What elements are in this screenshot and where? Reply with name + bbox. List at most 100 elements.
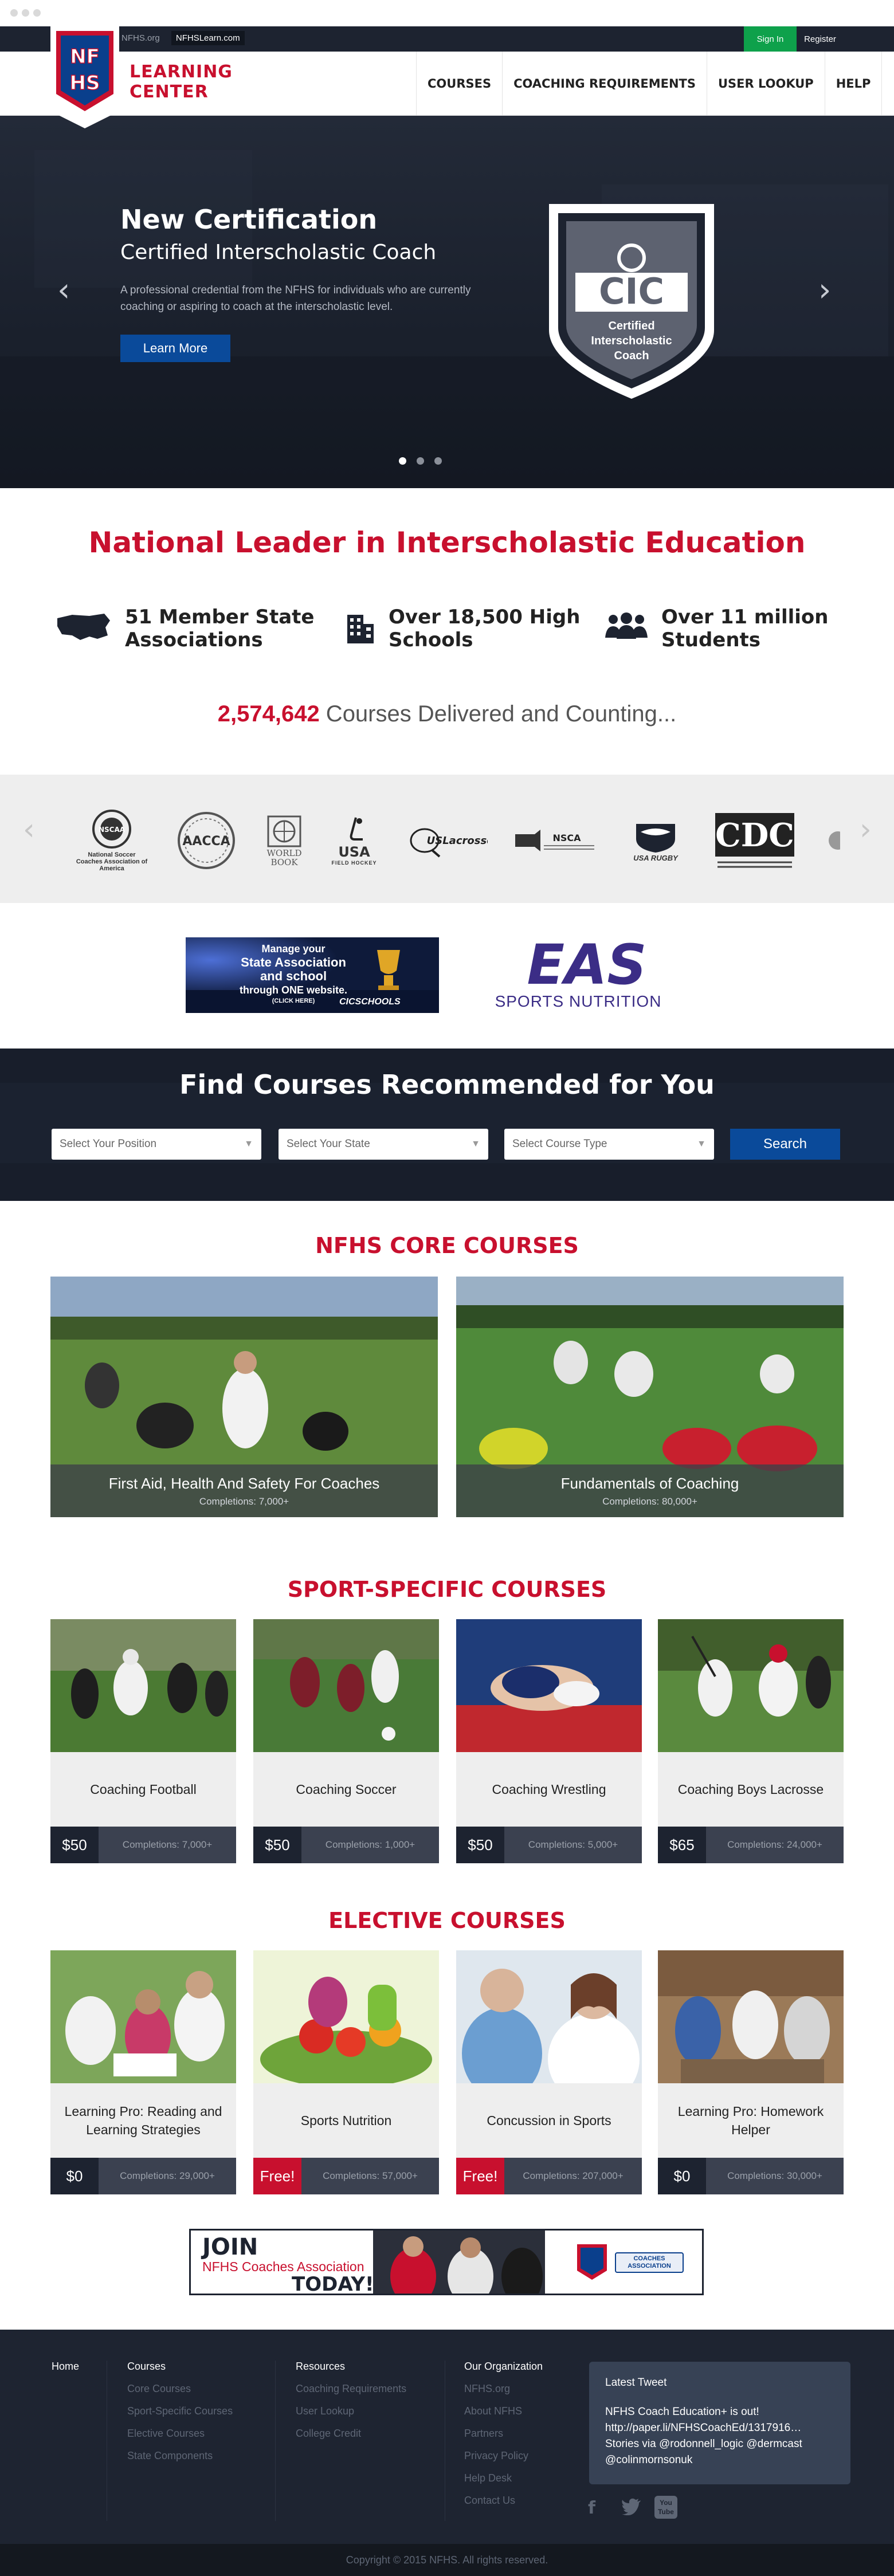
window-dot-minimize[interactable] (22, 9, 29, 17)
course-title: Coaching Boys Lacrosse (677, 1782, 824, 1797)
footer-link-partners[interactable]: Partners (464, 2428, 543, 2440)
partner-logo-nsca[interactable]: NSCA (509, 809, 601, 872)
partners-next-arrow-icon[interactable]: › (860, 812, 872, 847)
carousel-prev-arrow-icon[interactable]: ‹ (57, 272, 70, 309)
core-course-card[interactable]: Fundamentals of Coaching Completions: 80… (456, 1277, 844, 1517)
nfhs-logo[interactable]: NF HS (50, 25, 119, 128)
sport-course-card[interactable]: Coaching Soccer $50 Completions: 1,000+ (253, 1619, 439, 1863)
course-title: Coaching Football (90, 1782, 197, 1797)
partner-world-book-name: WORLD BOOK (266, 848, 302, 867)
sport-course-card[interactable]: Coaching Football $50 Completions: 7,000+ (50, 1619, 236, 1863)
footer-link-privacy[interactable]: Privacy Policy (464, 2450, 543, 2462)
footer-link-core-courses[interactable]: Core Courses (127, 2383, 233, 2395)
course-type-select-placeholder: Select Course Type (512, 1138, 607, 1150)
join-coaches-association-banner[interactable]: JOIN NFHS Coaches Association TODAY! COA… (189, 2229, 704, 2296)
leader-section: National Leader in Interscholastic Educa… (0, 488, 894, 775)
copyright: Copyright © 2015 NFHS. All rights reserv… (0, 2544, 894, 2576)
search-button[interactable]: Search (730, 1129, 840, 1160)
sport-course-card[interactable]: Coaching Wrestling $50 Completions: 5,000… (456, 1619, 642, 1863)
nav-help[interactable]: HELP (825, 52, 883, 116)
nav-user-lookup[interactable]: USER LOOKUP (707, 52, 825, 116)
footer-link-college-credit[interactable]: College Credit (296, 2428, 406, 2440)
footer-link-sport-specific[interactable]: Sport-Specific Courses (127, 2405, 233, 2417)
twitter-icon[interactable] (621, 2498, 642, 2520)
elective-course-card[interactable]: Concussion in Sports Free! Completions: 2… (456, 1950, 642, 2194)
chevron-down-icon: ▼ (697, 1139, 706, 1149)
carousel-dot-1[interactable] (399, 457, 406, 465)
footer-home-link[interactable]: Home (52, 2361, 79, 2373)
partner-logo-us-lacrosse[interactable]: USLacrosse (405, 809, 491, 872)
nav-coaching-requirements[interactable]: COACHING REQUIREMENTS (503, 52, 707, 116)
core-course-caption: Fundamentals of Coaching Completions: 80… (456, 1464, 844, 1517)
core-course-completions: Completions: 80,000+ (602, 1496, 697, 1507)
latest-tweet-body[interactable]: NFHS Coach Education+ is out! http://pap… (605, 2404, 834, 2468)
register-button[interactable]: Register (797, 26, 844, 52)
course-photo-wrestling (456, 1619, 642, 1752)
position-select[interactable]: Select Your Position ▼ (52, 1129, 261, 1160)
ad-line4: through ONE website. (239, 984, 347, 996)
state-select[interactable]: Select Your State ▼ (279, 1129, 488, 1160)
footer-link-coaching-requirements[interactable]: Coaching Requirements (296, 2383, 406, 2395)
course-photo-homework (658, 1950, 844, 2083)
chevron-down-icon: ▼ (244, 1139, 253, 1149)
course-completions: Completions: 5,000+ (528, 1839, 618, 1850)
footer-link-state-components[interactable]: State Components (127, 2450, 233, 2462)
window-dot-close[interactable] (10, 9, 18, 17)
partner-logo-world-book[interactable]: WORLD BOOK (261, 809, 307, 872)
course-finder: Find Courses Recommended for You Select … (0, 1049, 894, 1201)
partners-prev-arrow-icon[interactable]: ‹ (23, 812, 35, 847)
course-price: $50 (253, 1827, 301, 1863)
nfhs-org-link[interactable]: NFHS.org (121, 33, 160, 43)
partner-logo-cdc[interactable]: CDC (712, 809, 798, 872)
footer-courses-heading[interactable]: Courses (127, 2361, 233, 2373)
footer-link-about[interactable]: About NFHS (464, 2405, 543, 2417)
nfhslearn-link[interactable]: NFHSLearn.com (171, 31, 245, 45)
sport-courses-title: SPORT-SPECIFIC COURSES (287, 1577, 607, 1602)
elective-course-card[interactable]: Learning Pro: Reading and Learning Strat… (50, 1950, 236, 2194)
course-photo-lacrosse (658, 1619, 844, 1752)
course-price: $0 (50, 2158, 99, 2194)
course-price: Free! (253, 2158, 301, 2194)
usa-map-icon (55, 610, 112, 645)
hero-description: A professional credential from the NFHS … (120, 284, 471, 313)
youtube-icon[interactable]: You Tube (654, 2496, 677, 2519)
brand-name-line2: CENTER (130, 82, 209, 102)
carousel-next-arrow-icon[interactable]: › (818, 272, 831, 309)
leader-title: National Leader in Interscholastic Educa… (88, 526, 806, 559)
partner-logo-partial[interactable] (823, 809, 840, 872)
learn-more-button[interactable]: Learn More (120, 335, 230, 362)
cicschools-ad[interactable]: Manage your State Association and school… (186, 937, 439, 1013)
footer-link-nfhs-org[interactable]: NFHS.org (464, 2383, 543, 2395)
elective-course-card[interactable]: Sports Nutrition Free! Completions: 57,00… (253, 1950, 439, 2194)
partner-logo-nscaa[interactable]: NSCAA National Soccer Coaches Associatio… (74, 809, 149, 872)
footer-resources-heading[interactable]: Resources (296, 2361, 406, 2373)
chevron-down-icon: ▼ (471, 1139, 480, 1149)
core-course-completions: Completions: 7,000+ (199, 1496, 289, 1507)
nav-courses[interactable]: COURSES (417, 52, 503, 116)
stat-students: Over 11 million Students (604, 606, 829, 651)
partner-logo-aacca[interactable]: AACCA (172, 809, 241, 872)
cic-badge: CIC Certified Interscholastic Coach (538, 198, 726, 405)
footer-link-user-lookup[interactable]: User Lookup (296, 2405, 406, 2417)
window-dot-maximize[interactable] (33, 9, 41, 17)
footer-link-elective[interactable]: Elective Courses (127, 2428, 233, 2440)
footer-organization-heading[interactable]: Our Organization (464, 2361, 543, 2373)
course-title: Coaching Soccer (296, 1782, 397, 1797)
partner-logo-usa-field-hockey[interactable]: USA FIELD HOCKEY (326, 809, 383, 872)
footer: Home Courses Core Courses Sport-Specific… (0, 2330, 894, 2544)
partner-logo-usa-rugby[interactable]: USA RUGBY (627, 809, 684, 872)
core-course-card[interactable]: First Aid, Health And Safety For Coaches… (50, 1277, 438, 1517)
facebook-icon[interactable]: f (588, 2498, 595, 2518)
brand-name[interactable]: LEARNING CENTER (130, 62, 233, 102)
footer-link-help-desk[interactable]: Help Desk (464, 2472, 543, 2484)
course-price: $50 (50, 1827, 99, 1863)
footer-link-contact[interactable]: Contact Us (464, 2495, 543, 2507)
sport-course-card[interactable]: Coaching Boys Lacrosse $65 Completions: 2… (658, 1619, 844, 1863)
eas-ad[interactable]: EAS SPORTS NUTRITION (484, 937, 690, 1013)
join-line2: NFHS Coaches Association (202, 2259, 364, 2274)
course-type-select[interactable]: Select Course Type ▼ (504, 1129, 714, 1160)
elective-course-card[interactable]: Learning Pro: Homework Helper $0 Completi… (658, 1950, 844, 2194)
sign-in-button[interactable]: Sign In (744, 26, 797, 52)
carousel-dot-2[interactable] (417, 457, 424, 465)
carousel-dot-3[interactable] (434, 457, 442, 465)
